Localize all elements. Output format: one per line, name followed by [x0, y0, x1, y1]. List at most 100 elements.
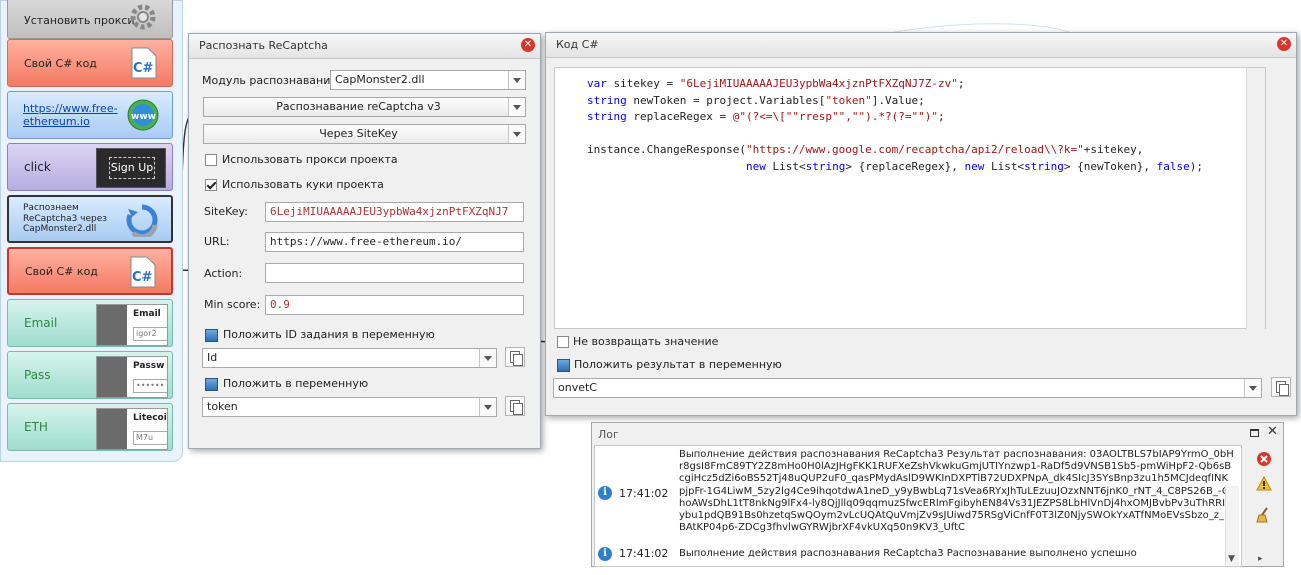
maximize-icon[interactable]: [1250, 429, 1259, 437]
block-label: ETH: [24, 420, 48, 434]
broom-clear-icon[interactable]: [1256, 507, 1272, 523]
block-label: Установить прокси: [24, 13, 135, 27]
scroll-right-icon[interactable]: ▸: [1258, 554, 1263, 564]
action-label: Action:: [204, 267, 243, 280]
csharp-file-icon: C#: [131, 47, 157, 79]
minscore-label: Min score:: [204, 298, 261, 311]
recaptcha-panel-title: Распознать ReCaptcha: [199, 39, 328, 52]
copy-icon[interactable]: [1271, 377, 1291, 397]
email-thumbnail: Email igor2: [96, 304, 168, 346]
block-set-proxy[interactable]: Установить прокси: [7, 0, 173, 39]
no-return-checkbox[interactable]: [557, 336, 569, 348]
block-recaptcha-solve[interactable]: Распознаем ReCaptcha3 через CapMonster2.…: [7, 195, 173, 243]
log-entry: i 17:41:02 Выполнение действия распознав…: [595, 446, 1241, 540]
sitekey-input[interactable]: 6LejiMIUAAAAAJEU3ypbWa4xjznPtFXZqNJ7: [265, 202, 524, 222]
log-message: Выполнение действия распознавания ReCapt…: [679, 548, 1137, 559]
block-label: Свой C# код: [25, 264, 98, 278]
chevron-down-icon: [508, 98, 525, 116]
task-id-variable-select[interactable]: Id: [202, 348, 497, 368]
recaptcha-method-select[interactable]: Через SiteKey: [203, 124, 526, 144]
url-label: URL:: [204, 235, 230, 248]
gear-icon: [130, 4, 156, 30]
code-editor[interactable]: var sitekey = "6LejiMIUAAAAAJEU3ypbWa4xj…: [554, 67, 1266, 330]
block-pass[interactable]: Pass Passw ••••••: [7, 351, 173, 399]
result-var-label: Положить в переменную: [223, 377, 369, 390]
result-var-value: token: [207, 400, 238, 413]
block-label: Email: [24, 316, 58, 330]
close-icon[interactable]: ✕: [1267, 424, 1278, 439]
task-id-value: Id: [207, 351, 218, 364]
thumb-field: ••••••: [133, 379, 167, 393]
log-message: Выполнение действия распознавания ReCapt…: [679, 449, 1234, 534]
mode-value: Распознавание reCaptcha v3: [276, 100, 441, 113]
csharp-code-panel: Код C# ✕ var sitekey = "6LejiMIUAAAAAJEU…: [545, 32, 1297, 416]
log-title: Лог: [598, 428, 619, 441]
use-cookies-checkbox[interactable]: [205, 179, 217, 191]
chevron-down-icon: [508, 71, 525, 89]
log-time: 17:41:02: [619, 487, 669, 500]
result-variable-select[interactable]: onvetC: [553, 378, 1262, 398]
use-proxy-label: Использовать прокси проекта: [222, 153, 398, 166]
block-csharp-code-1[interactable]: Свой C# код C#: [7, 39, 173, 87]
chevron-down-icon: [479, 349, 496, 367]
chevron-down-icon: [508, 125, 525, 143]
svg-text:www: www: [131, 112, 156, 122]
method-value: Через SiteKey: [319, 127, 398, 140]
recaptcha-panel-titlebar: Распознать ReCaptcha ✕: [189, 34, 540, 59]
block-label: Распознаем ReCaptcha3 через CapMonster2.…: [23, 203, 108, 235]
recaptcha-panel: Распознать ReCaptcha ✕ Модуль распознава…: [188, 33, 541, 449]
eth-thumbnail: Litecoi M7u: [96, 408, 168, 450]
copy-icon[interactable]: [505, 347, 525, 367]
variable-icon: [205, 378, 218, 391]
code-panel-title: Код C#: [556, 38, 599, 51]
put-result-label: Положить результат в переменную: [574, 358, 782, 371]
copy-icon[interactable]: [505, 396, 525, 416]
module-label: Модуль распознавания:: [202, 74, 341, 87]
signup-thumbnail: Sign Up: [96, 148, 166, 188]
close-icon[interactable]: ✕: [521, 38, 535, 52]
block-eth[interactable]: ETH Litecoi M7u: [7, 403, 173, 451]
chevron-down-icon: [1244, 379, 1261, 397]
result-var-value: onvetC: [558, 381, 597, 394]
block-label: click: [24, 160, 51, 174]
info-icon: i: [598, 547, 612, 561]
minscore-input[interactable]: 0.9: [265, 295, 524, 315]
module-select[interactable]: CapMonster2.dll: [330, 70, 526, 90]
result-variable-select[interactable]: token: [202, 397, 497, 417]
close-icon[interactable]: ✕: [1277, 37, 1291, 51]
code-scrollbar[interactable]: [1246, 68, 1265, 330]
block-click[interactable]: click Sign Up: [7, 143, 173, 191]
sitekey-label: SiteKey:: [204, 205, 248, 218]
thumb-title: Litecoi: [133, 413, 167, 423]
svg-text:C#: C#: [132, 270, 153, 285]
code-panel-titlebar: Код C# ✕: [546, 33, 1296, 58]
use-proxy-checkbox[interactable]: [205, 154, 217, 166]
recaptcha-mode-select[interactable]: Распознавание reCaptcha v3: [203, 97, 526, 117]
block-email[interactable]: Email Email igor2: [7, 299, 173, 347]
module-value: CapMonster2.dll: [335, 73, 425, 86]
block-label: Свой C# код: [24, 56, 97, 70]
csharp-file-icon: C#: [130, 256, 156, 288]
signup-thumb-text: Sign Up: [109, 157, 155, 179]
thumb-title: Passw: [133, 361, 165, 371]
task-id-label: Положить ID задания в переменную: [223, 328, 435, 341]
scroll-down-icon[interactable]: ▼: [1228, 554, 1235, 564]
block-url-label: https://www.free-ethereum.io: [23, 102, 118, 128]
block-csharp-code-2[interactable]: Свой C# код C#: [7, 247, 173, 295]
globe-www-icon: www: [127, 99, 159, 131]
log-entries: i 17:41:02 Выполнение действия распознав…: [594, 445, 1242, 567]
warning-filter-icon[interactable]: [1256, 476, 1272, 492]
log-time: 17:41:02: [619, 547, 669, 560]
info-icon: i: [598, 486, 612, 500]
variable-icon: [557, 359, 570, 372]
block-label: Pass: [24, 368, 51, 382]
log-entry: i 17:41:02 Выполнение действия распознав…: [595, 544, 1241, 566]
error-filter-icon[interactable]: [1256, 451, 1272, 467]
thumb-field: M7u: [133, 431, 167, 445]
thumb-field: igor2: [133, 327, 167, 341]
action-input[interactable]: [265, 263, 524, 283]
url-input[interactable]: https://www.free-ethereum.io/: [265, 232, 524, 252]
use-cookies-label: Использовать куки проекта: [222, 178, 384, 191]
code-text: var sitekey = "6LejiMIUAAAAAJEU3ypbWa4xj…: [587, 77, 1204, 173]
block-navigate-url[interactable]: https://www.free-ethereum.io www: [7, 91, 173, 139]
